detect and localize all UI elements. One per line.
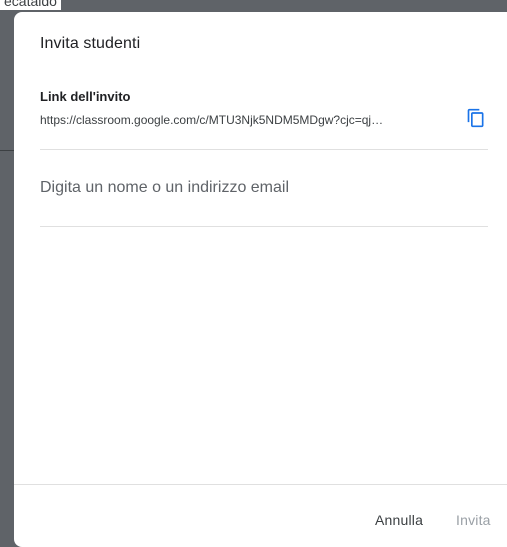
invite-link-label: Link dell'invito xyxy=(40,89,131,104)
link-divider xyxy=(40,149,488,150)
footer-divider xyxy=(14,484,507,485)
copy-link-button[interactable] xyxy=(464,108,488,132)
background-page-text: ecataldo xyxy=(0,0,61,10)
background-divider xyxy=(0,150,14,151)
invite-link-url[interactable]: https://classroom.google.com/c/MTU3Njk5N… xyxy=(40,113,444,127)
input-underline xyxy=(40,226,488,227)
invite-search-input[interactable] xyxy=(40,173,488,203)
cancel-button[interactable]: Annulla xyxy=(375,512,423,528)
dialog-title: Invita studenti xyxy=(40,35,141,52)
invite-students-dialog: Invita studenti Link dell'invito https:/… xyxy=(14,12,507,547)
copy-icon xyxy=(466,108,486,133)
invite-button[interactable]: Invita xyxy=(456,512,491,528)
